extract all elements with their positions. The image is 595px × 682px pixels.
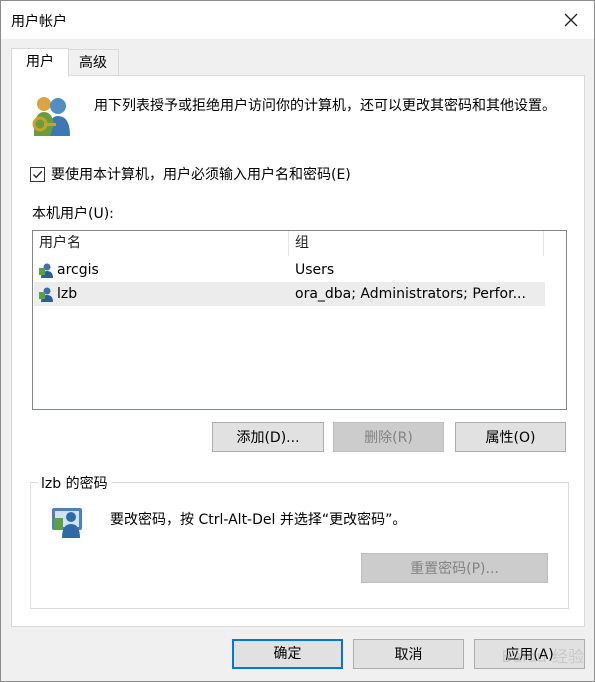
window-title: 用户帐户 [11,14,67,30]
add-user-button[interactable]: 添加(D)... [212,422,324,452]
title-bar: 用户帐户 [1,1,594,39]
user-list[interactable]: 用户名 组 arcgis Users lzb ora_dba; Administ… [32,230,567,410]
require-password-checkbox[interactable] [30,166,45,182]
password-groupbox [30,482,569,609]
baidu-watermark: Baidu 经验 [501,647,584,666]
users-tab-panel: 用下列表授予或拒绝用户访问你的计算机，还可以更改其密码和其他设置。 要使用本计算… [11,75,585,627]
user-icon [38,286,54,302]
user-row-arcgis[interactable]: arcgis Users [34,258,545,282]
username-cell: arcgis [57,262,99,278]
groups-cell: ora_dba; Administrators; Perfor... [295,286,526,302]
ok-button[interactable]: 确定 [232,639,343,669]
close-button[interactable] [560,9,582,31]
user-password-icon [50,504,86,540]
remove-user-button[interactable]: 删除(R) [333,422,444,452]
cancel-button[interactable]: 取消 [353,639,464,669]
user-row-lzb[interactable]: lzb ora_dba; Administrators; Perfor... [34,282,545,306]
user-accounts-dialog: 用户帐户 用户 高级 用下列表授予或拒绝用户访问你的计算机，还可以更改其密码和其… [0,0,595,682]
column-header-username[interactable]: 用户名 [33,231,81,256]
require-password-option[interactable]: 要使用本计算机，用户必须输入用户名和密码(E) [30,164,351,184]
column-header-group[interactable]: 组 [289,231,309,256]
reset-password-button[interactable]: 重置密码(P)... [361,553,548,583]
user-icon [38,262,54,278]
local-users-label: 本机用户(U): [32,206,114,222]
username-cell: lzb [57,286,78,302]
properties-button[interactable]: 属性(O) [455,422,566,452]
tab-advanced[interactable]: 高级 [67,49,119,76]
groups-cell: Users [295,262,335,278]
require-password-label: 要使用本计算机，用户必须输入用户名和密码(E) [51,167,351,183]
close-icon [564,13,578,27]
checkmark-icon [32,170,43,178]
password-group-title: lzb 的密码 [38,473,111,493]
column-divider[interactable] [543,231,544,256]
password-instructions: 要改密码，按 Ctrl-Alt-Del 并选择“更改密码”。 [110,512,407,528]
list-header: 用户名 组 [33,231,566,256]
intro-description: 用下列表授予或拒绝用户访问你的计算机，还可以更改其密码和其他设置。 [94,98,556,114]
tab-users[interactable]: 用户 [11,48,69,77]
users-keys-icon [30,94,74,138]
